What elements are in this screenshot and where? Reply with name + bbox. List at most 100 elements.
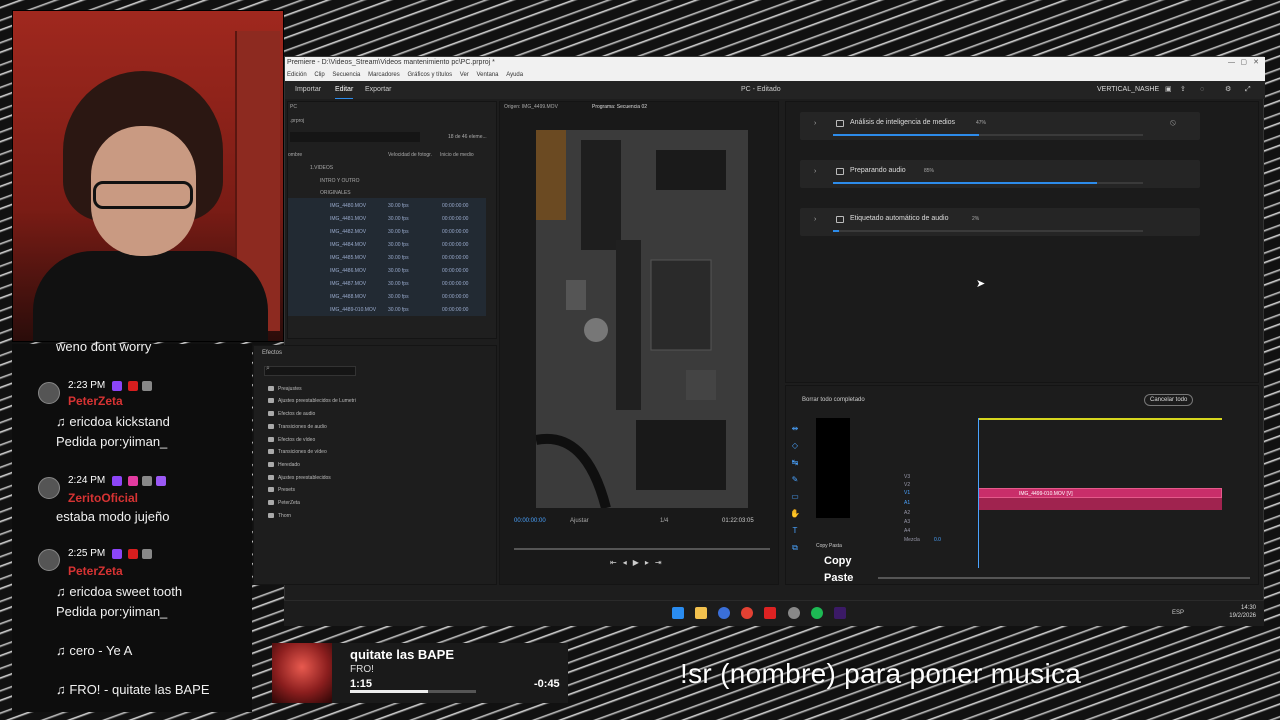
menu-clip[interactable]: Clip — [314, 72, 324, 78]
obs-icon[interactable] — [788, 607, 800, 619]
list-item[interactable]: IMG_4485.MOV 30.00 fps 00:00:00:00 — [288, 252, 488, 264]
file-explorer-icon[interactable] — [695, 607, 707, 619]
menu-graficos[interactable]: Gráficos y títulos — [407, 72, 452, 78]
transport-controls[interactable]: ⇤◂▶▸⇥ — [610, 558, 668, 567]
cancel-all-button[interactable]: Cancelar todo — [1144, 394, 1194, 406]
track-a3[interactable]: A3 — [904, 519, 910, 525]
chrome-icon[interactable] — [741, 607, 753, 619]
workspace-icon[interactable]: ▣ — [1165, 81, 1172, 99]
menu-ver[interactable]: Ver — [460, 72, 469, 78]
cancel-icon[interactable]: ⦸ — [1170, 117, 1176, 128]
spotify-icon[interactable] — [811, 607, 823, 619]
tab-exportar[interactable]: Exportar — [365, 81, 391, 99]
window-title: Premiere - D:\Videos_Stream\Videos mante… — [287, 59, 495, 66]
fit-dropdown[interactable]: Ajustar — [570, 518, 589, 524]
quality-dropdown[interactable]: 1/4 — [660, 518, 668, 524]
task-row[interactable]: › Análisis de inteligencia de medios 47%… — [800, 112, 1200, 140]
effects-item[interactable]: Ajustes preestablecidos de Lumetri — [278, 398, 356, 404]
list-item[interactable]: IMG_4488.MOV 30.00 fps 00:00:00:00 — [288, 291, 488, 303]
effects-item[interactable]: Ajustes preestablecidos — [278, 475, 331, 481]
copy-button[interactable]: Copy — [824, 555, 852, 567]
track-v3[interactable]: V3 — [904, 474, 910, 480]
list-item[interactable]: IMG_4486.MOV 30.00 fps 00:00:00:00 — [288, 265, 488, 277]
program-video-frame[interactable] — [536, 130, 748, 508]
start-icon[interactable] — [672, 607, 684, 619]
clock[interactable]: 14:30 19/2/2026 — [1229, 604, 1256, 620]
effects-item[interactable]: Efectos de vídeo — [278, 437, 315, 443]
tab-importar[interactable]: Importar — [295, 81, 321, 99]
chat-panel: weno dont worry 2:23 PM PeterZeta ♫ eric… — [12, 339, 252, 712]
effects-item[interactable]: Transiciones de vídeo — [278, 449, 327, 455]
maximize-icon[interactable]: ▢ — [1240, 57, 1247, 69]
app-icon[interactable] — [718, 607, 730, 619]
menu-secuencia[interactable]: Secuencia — [332, 72, 360, 78]
effects-item[interactable]: Thorn — [278, 513, 291, 519]
chat-username[interactable]: PeterZeta — [68, 394, 123, 408]
track-a1[interactable]: A1 — [904, 500, 910, 506]
menu-edicion[interactable]: Edición — [287, 72, 307, 78]
task-row[interactable]: › Etiquetado automático de audio 2% — [800, 208, 1200, 236]
source-monitor-tab[interactable]: Origen: IMG_4499.MOV — [504, 104, 558, 110]
effects-search-input[interactable]: ⌕ — [264, 365, 356, 376]
chat-username[interactable]: ZeritoOficial — [68, 491, 138, 505]
window-title-bar: Premiere - D:\Videos_Stream\Videos mante… — [285, 57, 1265, 69]
effects-item[interactable]: PeterZeta — [278, 500, 300, 506]
badge-icon — [128, 549, 138, 559]
column-fps[interactable]: Velocidad de fotogr. — [388, 152, 432, 158]
playhead[interactable] — [978, 418, 979, 568]
song-title: quitate las BAPE — [350, 647, 455, 662]
folder-videos[interactable]: 1.VIDEOS — [310, 165, 333, 171]
task-percent: 85% — [924, 168, 935, 174]
track-v2[interactable]: V2 — [904, 482, 910, 488]
effects-item[interactable]: Heredado — [278, 462, 300, 468]
folder-intro-outro[interactable]: INTRO Y OUTRO — [320, 178, 360, 184]
track-a2[interactable]: A2 — [904, 510, 910, 516]
fullscreen-icon[interactable]: ⤢ — [1245, 81, 1251, 99]
timeline-zoom-bar[interactable] — [878, 577, 1250, 579]
list-item[interactable]: IMG_4487.MOV 30.00 fps 00:00:00:00 — [288, 278, 488, 290]
close-icon[interactable]: ✕ — [1253, 57, 1259, 69]
effects-item[interactable]: Preajustes — [278, 386, 302, 392]
menu-ayuda[interactable]: Ayuda — [506, 72, 523, 78]
program-scrubber[interactable] — [514, 548, 770, 550]
column-name[interactable]: ombre — [288, 152, 302, 158]
chevron-right-icon[interactable]: › — [814, 120, 816, 127]
timeline-clip-video[interactable]: IMG_4499-010.MOV [V] — [978, 488, 1222, 498]
menu-ventana[interactable]: Ventana — [476, 72, 498, 78]
list-item[interactable]: IMG_4484.MOV 30.00 fps 00:00:00:00 — [288, 239, 488, 251]
track-a4[interactable]: A4 — [904, 528, 910, 534]
share-icon[interactable]: ⇪ — [1180, 81, 1186, 99]
minimize-icon[interactable]: — — [1228, 57, 1235, 69]
effects-item[interactable]: Efectos de audio — [278, 411, 315, 417]
settings-icon[interactable]: ⚙ — [1225, 81, 1231, 99]
folder-originales[interactable]: ORIGINALES — [320, 190, 351, 196]
track-mix[interactable]: Mezcla — [904, 537, 920, 543]
chevron-right-icon[interactable]: › — [814, 216, 816, 223]
list-item[interactable]: IMG_4489-010.MOV 30.00 fps 00:00:00:00 — [288, 304, 488, 316]
list-item[interactable]: IMG_4481.MOV 30.00 fps 00:00:00:00 — [288, 213, 488, 225]
tab-editar[interactable]: Editar — [335, 81, 354, 99]
clear-completed-button[interactable]: Borrar todo completado — [802, 397, 865, 403]
track-v1[interactable]: V1 — [904, 490, 910, 496]
paste-button[interactable]: Paste — [824, 572, 853, 584]
list-item[interactable]: IMG_4482.MOV 30.00 fps 00:00:00:00 — [288, 226, 488, 238]
project-search-input[interactable] — [290, 132, 420, 142]
timeline-clip-audio[interactable] — [978, 498, 1222, 510]
chat-username[interactable]: PeterZeta — [68, 564, 123, 578]
list-item[interactable]: IMG_4480.MOV 30.00 fps 00:00:00:00 — [288, 200, 488, 212]
workspace-label[interactable]: VERTICAL_NASHE — [1097, 81, 1159, 99]
menu-marcadores[interactable]: Marcadores — [368, 72, 400, 78]
chevron-right-icon[interactable]: › — [814, 168, 816, 175]
effects-item[interactable]: Presets — [278, 487, 295, 493]
column-start[interactable]: Inicio de medio — [440, 152, 474, 158]
mix-value[interactable]: 0.0 — [934, 537, 941, 543]
language-indicator[interactable]: ESP — [1172, 610, 1184, 616]
premiere-icon[interactable] — [834, 607, 846, 619]
effects-item[interactable]: Transiciones de audio — [278, 424, 327, 430]
program-monitor-tab[interactable]: Programa: Secuencia 02 — [592, 104, 647, 110]
progress-icon[interactable]: ◌ — [1200, 81, 1204, 99]
app-icon[interactable] — [764, 607, 776, 619]
program-timecode[interactable]: 00:00:00:00 — [514, 518, 546, 524]
tools-panel[interactable]: ⇹ ◇ ↹ ✎ ▭ ✋ T ⧉ — [788, 420, 802, 570]
task-row[interactable]: › Preparando audio 85% — [800, 160, 1200, 188]
